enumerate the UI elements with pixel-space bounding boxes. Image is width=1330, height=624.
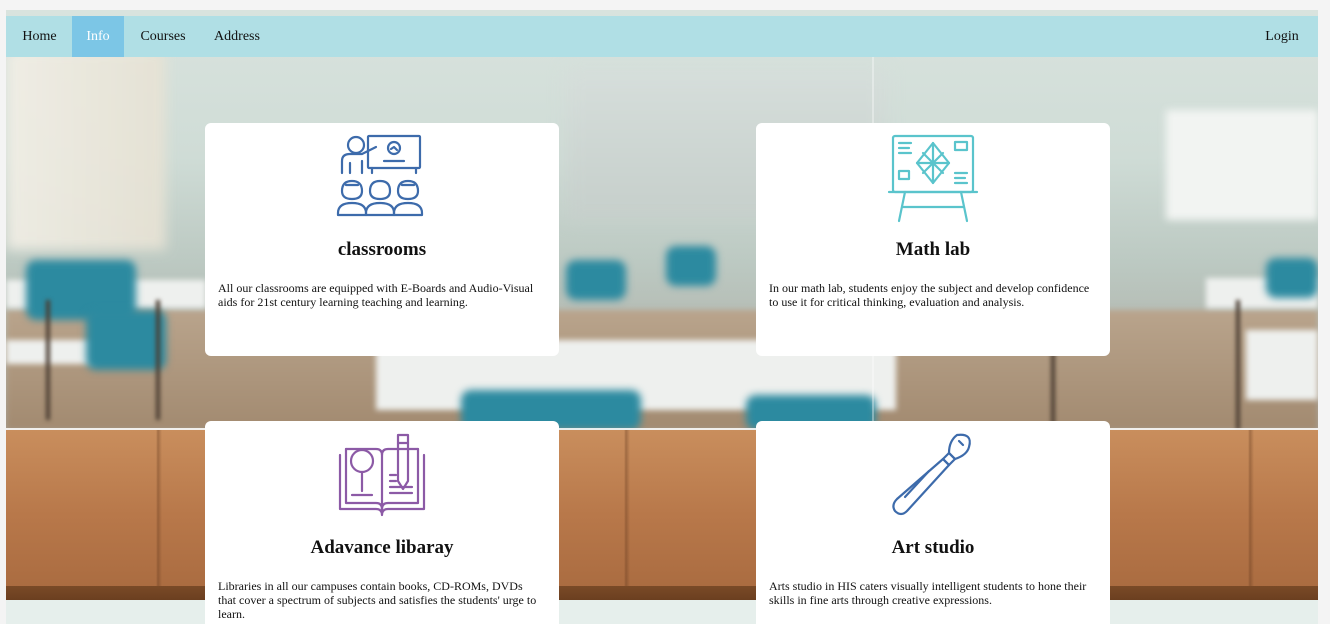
card-text: In our math lab, students enjoy the subj…: [769, 281, 1090, 309]
card-title: Math lab: [895, 239, 971, 260]
bg-desk-leg: [156, 300, 160, 420]
bg-chair: [1266, 258, 1318, 298]
bg-desk-leg: [46, 300, 50, 420]
card-title: Art studio: [891, 537, 975, 558]
bg-chair: [666, 246, 716, 286]
card-classrooms: classrooms All our classrooms are equipp…: [205, 123, 559, 356]
background-classroom-image: [6, 10, 1318, 624]
bg-window: [1166, 110, 1318, 220]
nav-login[interactable]: Login: [1251, 16, 1313, 57]
top-navbar: Home Info Courses Address Login: [6, 16, 1318, 57]
nav-info[interactable]: Info: [72, 16, 124, 57]
bg-desk-leg: [1236, 300, 1240, 430]
card-title: classrooms: [337, 239, 427, 260]
card-text: Arts studio in HIS caters visually intel…: [769, 579, 1087, 607]
nav-address[interactable]: Address: [202, 16, 272, 57]
page: Home Info Courses Address Login classroo…: [0, 0, 1330, 624]
bg-desk: [6, 340, 96, 364]
classroom-icon: [336, 134, 424, 217]
library-book-icon: [338, 433, 426, 517]
card-text: All our classrooms are equipped with E-B…: [218, 281, 534, 309]
card-art-studio: Art studio Arts studio in HIS caters vis…: [756, 421, 1110, 624]
bg-desk: [1246, 330, 1318, 400]
nav-home[interactable]: Home: [10, 16, 69, 57]
bg-bottom-band: [6, 600, 1318, 624]
card-library: Adavance libaray Libraries in all our ca…: [205, 421, 559, 624]
card-title: Adavance libaray: [310, 537, 454, 558]
card-math-lab: Math lab In our math lab, students enjoy…: [756, 123, 1110, 356]
bg-chair: [86, 310, 166, 370]
paintbrush-icon: [892, 433, 971, 516]
nav-courses[interactable]: Courses: [130, 16, 196, 57]
math-board-icon: [887, 134, 979, 223]
bg-table-edge: [6, 586, 1318, 600]
bg-chair: [566, 260, 626, 300]
bg-wooden-table: [6, 430, 1318, 600]
card-text: Libraries in all our campuses contain bo…: [218, 579, 537, 621]
bg-window: [6, 50, 166, 250]
